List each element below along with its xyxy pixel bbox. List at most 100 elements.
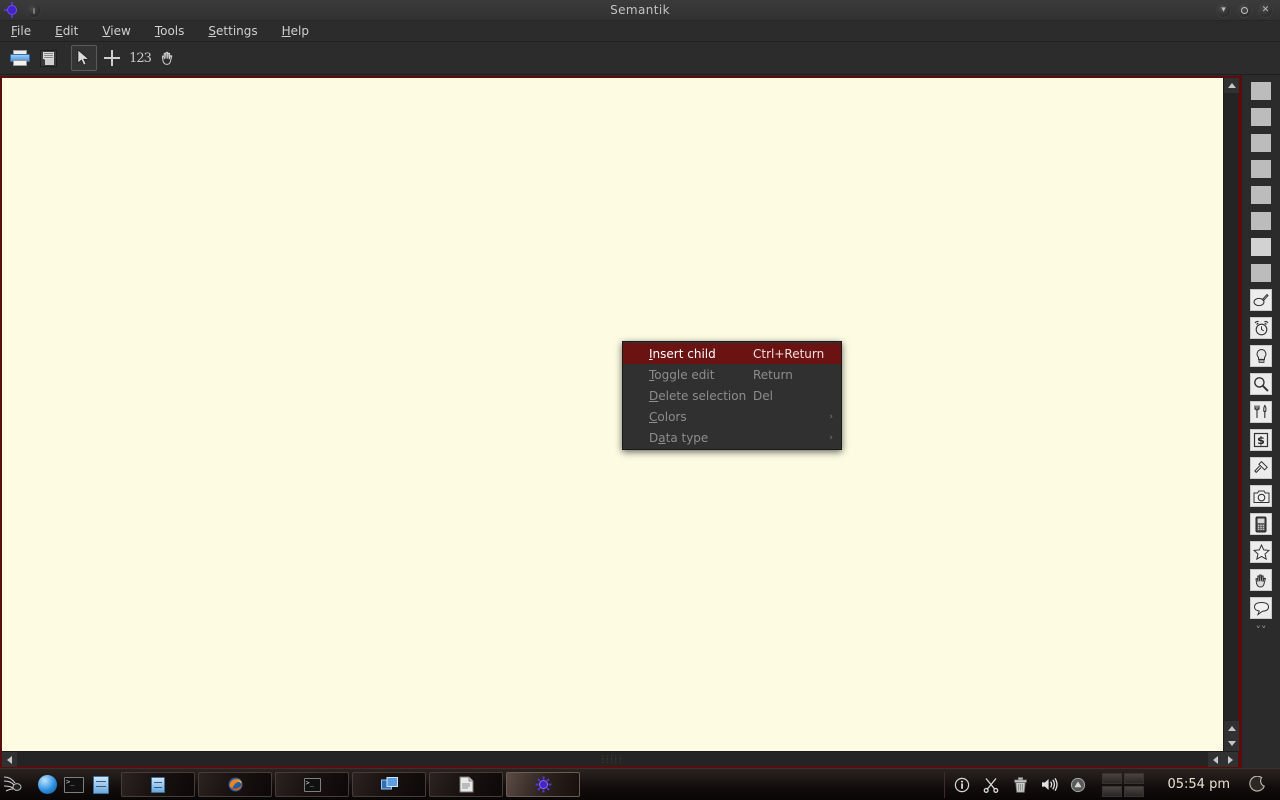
task-windows[interactable]	[352, 772, 426, 797]
task-editor[interactable]	[429, 772, 503, 797]
tray-klipper-icon[interactable]	[982, 776, 1000, 794]
scroll-down-button[interactable]	[1224, 736, 1239, 751]
task-file-manager[interactable]	[121, 772, 195, 797]
launcher-terminal[interactable]: >_	[62, 773, 86, 797]
menu-settings[interactable]: Settings	[206, 23, 259, 39]
menu-view[interactable]: View	[100, 23, 132, 39]
speech-bubble-icon	[1253, 601, 1269, 616]
palette-bulb-icon[interactable]	[1250, 345, 1272, 367]
palette-phone-icon[interactable]	[1250, 513, 1272, 535]
alarm-clock-icon	[1254, 320, 1268, 335]
taskbar: >_ >_ 05:54 pm	[0, 768, 1280, 800]
tray-info-icon[interactable]	[953, 776, 971, 794]
palette-overflow-indicator[interactable]: ˅˅	[1256, 625, 1267, 636]
scroll-left-button[interactable]	[2, 752, 17, 767]
palette-gavel-icon[interactable]	[1250, 457, 1272, 479]
launcher-file-manager[interactable]	[89, 773, 113, 797]
palette-swatch-4[interactable]	[1250, 159, 1272, 179]
sun-bulb-icon	[535, 776, 552, 793]
title-bar[interactable]: Semantik ▾ ✕	[0, 0, 1280, 21]
pager-desktop-1[interactable]	[1102, 772, 1123, 784]
canvas-frame: ::::::::::	[0, 76, 1240, 768]
blue-globe-icon	[37, 775, 57, 794]
scroll-up-button[interactable]	[1224, 78, 1239, 93]
minimize-button[interactable]: ▾	[1216, 2, 1231, 18]
canvas-vertical-scrollbar[interactable]	[1223, 78, 1239, 751]
ctx-delete-selection[interactable]: Delete selection Del	[623, 385, 841, 406]
k-menu-button[interactable]	[2, 771, 32, 799]
taskbar-clock[interactable]: 05:54 pm	[1159, 777, 1238, 792]
taskbar-launchers: >_	[0, 771, 113, 799]
window-shade-button[interactable]	[26, 2, 41, 18]
palette-swatch-8[interactable]	[1250, 263, 1272, 283]
palette-swatch-6[interactable]	[1250, 211, 1272, 231]
ctx-colors[interactable]: Colors ›	[623, 406, 841, 427]
mindmap-canvas[interactable]	[2, 78, 1223, 751]
semantik-window: Semantik ▾ ✕ File Edit View Tools Settin…	[0, 0, 1280, 768]
ctx-delete-selection-shortcut: Del	[753, 388, 773, 403]
tray-trash-icon[interactable]	[1011, 776, 1029, 794]
desktop-pager[interactable]	[1102, 772, 1145, 797]
ctx-data-type[interactable]: Data type ›	[623, 427, 841, 448]
paint-roller-icon	[1253, 293, 1269, 307]
save-button[interactable]	[35, 45, 61, 71]
palette-swatch-3[interactable]	[1250, 133, 1272, 153]
scroll-right-button[interactable]	[1223, 752, 1238, 767]
vertical-scroll-track[interactable]	[1224, 93, 1238, 721]
palette-search-icon[interactable]	[1250, 373, 1272, 395]
menu-help[interactable]: Help	[280, 23, 311, 39]
palette-swatch-2[interactable]	[1250, 107, 1272, 127]
open-button[interactable]	[7, 45, 33, 71]
canvas-horizontal-scrollbar[interactable]: ::::::::::	[2, 751, 1238, 767]
palette-money-icon[interactable]: $	[1250, 429, 1272, 451]
pager-desktop-3[interactable]	[1102, 785, 1123, 797]
title-bar-left	[0, 2, 41, 18]
menu-help-label: elp	[290, 24, 310, 38]
ctx-toggle-edit[interactable]: Toggle edit Return	[623, 364, 841, 385]
spider-menu-icon	[4, 775, 22, 791]
pager-desktop-4[interactable]	[1124, 785, 1145, 797]
ctx-delete-selection-label: Delete selection	[649, 388, 747, 403]
task-terminal[interactable]: >_	[275, 772, 349, 797]
gavel-icon	[1254, 460, 1268, 474]
menu-file-label: ile	[17, 24, 32, 38]
ctx-insert-child-shortcut: Ctrl+Return	[753, 346, 825, 361]
tray-volume-icon[interactable]	[1040, 776, 1058, 794]
launcher-browser[interactable]	[35, 773, 59, 797]
scissors-icon	[984, 777, 999, 793]
desktop: Semantik ▾ ✕ File Edit View Tools Settin…	[0, 0, 1280, 800]
palette-camera-icon[interactable]	[1250, 485, 1272, 507]
palette-star-icon[interactable]	[1250, 541, 1272, 563]
window-title: Semantik	[610, 3, 670, 17]
palette-swatch-7[interactable]	[1250, 237, 1272, 257]
select-tool-button[interactable]	[71, 45, 97, 71]
pan-tool-button[interactable]	[155, 45, 181, 71]
tray-eject-icon[interactable]	[1069, 776, 1087, 794]
close-button[interactable]: ✕	[1258, 2, 1273, 18]
palette-paint-icon[interactable]	[1250, 289, 1272, 311]
terminal-icon: >_	[303, 776, 321, 793]
pager-desktop-2[interactable]	[1124, 772, 1145, 784]
scroll-left-button-end[interactable]	[1208, 752, 1223, 767]
palette-cloud-icon[interactable]	[1250, 597, 1272, 619]
palette-hand-icon[interactable]	[1250, 569, 1272, 591]
menu-tools[interactable]: Tools	[153, 23, 187, 39]
task-firefox[interactable]	[198, 772, 272, 797]
maximize-button[interactable]	[1237, 2, 1252, 18]
context-menu: Insert child Ctrl+Return Toggle edit Ret…	[622, 341, 842, 450]
plus-icon	[104, 50, 120, 66]
palette-swatch-5[interactable]	[1250, 185, 1272, 205]
numbering-tool-button[interactable]: 123	[127, 45, 153, 71]
chevron-right-icon: ›	[829, 411, 833, 422]
palette-food-icon[interactable]	[1250, 401, 1272, 423]
palette-alarm-icon[interactable]	[1250, 317, 1272, 339]
horizontal-scroll-track[interactable]: ::::::::::	[17, 752, 1208, 766]
task-semantik[interactable]	[506, 772, 580, 797]
insert-tool-button[interactable]	[99, 45, 125, 71]
scroll-up-button-bottom[interactable]	[1224, 721, 1239, 736]
menu-file[interactable]: File	[9, 23, 33, 39]
moon-icon[interactable]	[1249, 776, 1266, 793]
ctx-insert-child[interactable]: Insert child Ctrl+Return	[623, 343, 841, 364]
palette-swatch-1[interactable]	[1250, 81, 1272, 101]
menu-edit[interactable]: Edit	[53, 23, 80, 39]
